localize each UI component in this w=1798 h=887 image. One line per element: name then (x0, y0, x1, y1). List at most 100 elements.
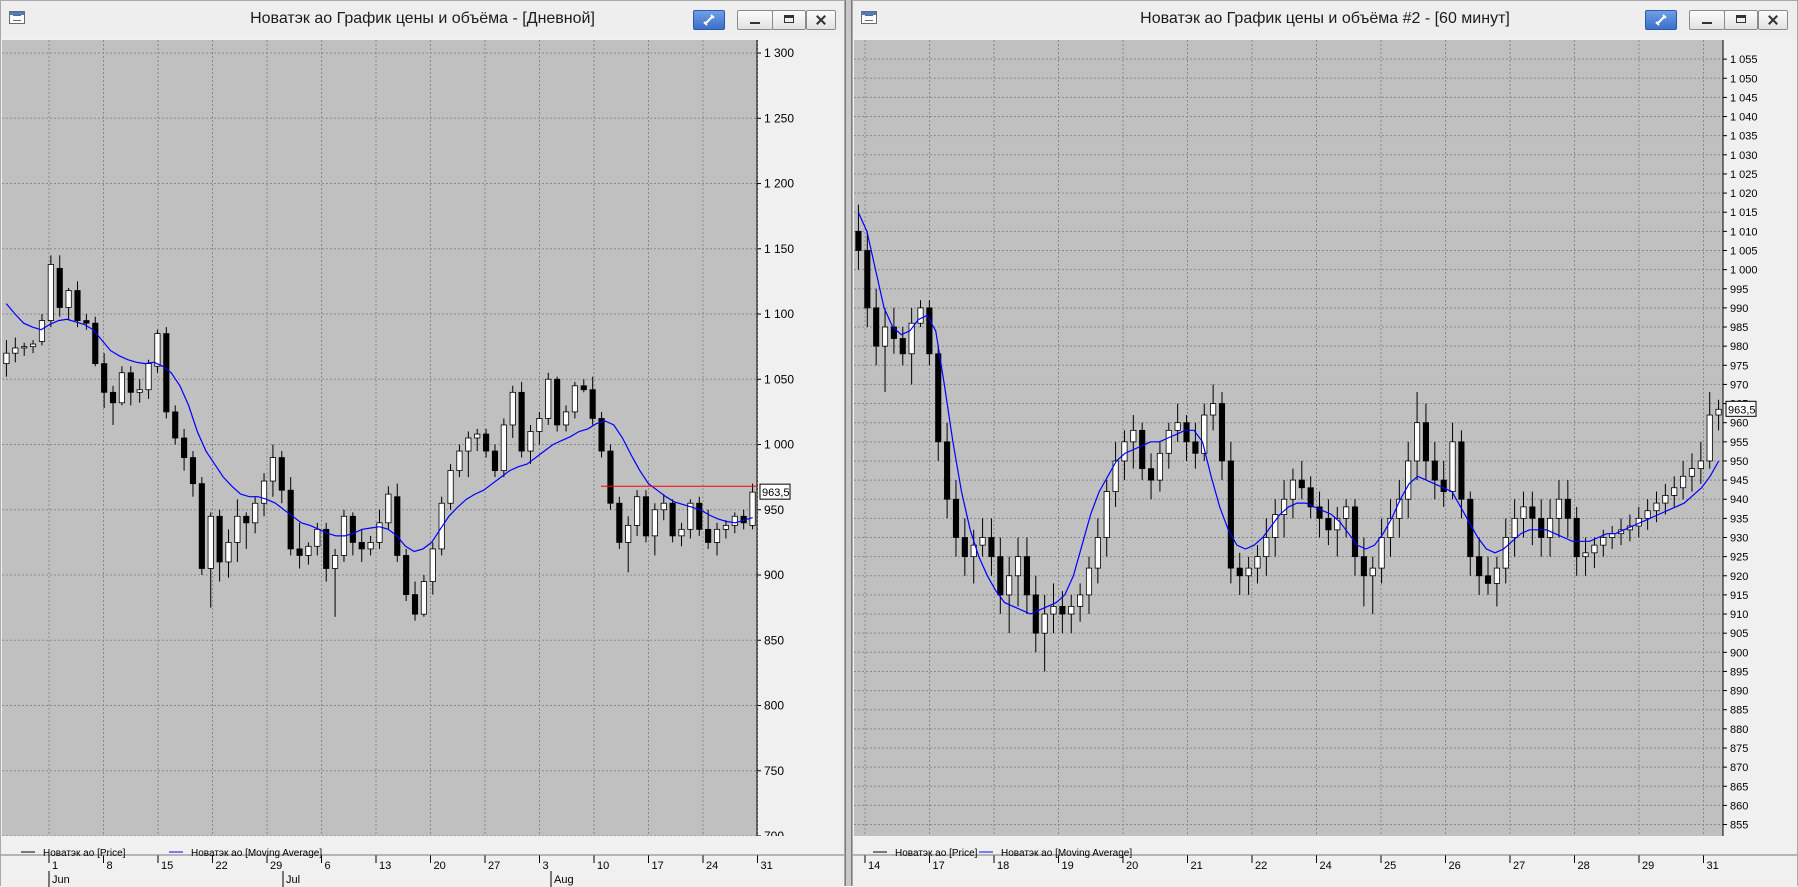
candle-body (634, 496, 641, 526)
candle-body (527, 431, 534, 452)
window-splitter[interactable] (845, 0, 852, 886)
x-tick-label: 31 (1707, 860, 1719, 872)
candle-body (917, 307, 924, 324)
candle-body (1688, 468, 1696, 477)
candle-body (234, 515, 241, 543)
y-tick-label: 980 (1730, 341, 1748, 353)
candle-body (260, 480, 268, 504)
link-button[interactable] (1645, 10, 1677, 30)
candle-body (21, 346, 28, 349)
daily-chart-area[interactable]: 1 300 1 250 1 200 1 150 1 100 1 050 1 000 950 90… (1, 38, 844, 887)
hourly-chart-area[interactable]: 1 055 1 050 1 045 1 040 1 035 1 030 1 025 1 020… (853, 38, 1797, 887)
y-tick-label: 1 250 (764, 111, 794, 125)
y-tick-label: 905 (1730, 628, 1748, 640)
candle-body (518, 391, 525, 452)
candle-body (1032, 594, 1039, 634)
candle-body (1458, 441, 1465, 500)
candle-body (30, 343, 37, 348)
candle-body (1582, 552, 1589, 558)
candle-body (1183, 422, 1190, 443)
y-tick-label: 800 (764, 699, 784, 713)
link-icon (1655, 14, 1667, 26)
y-tick-label: 1 040 (1730, 112, 1758, 124)
y-tick-label: 1 035 (1730, 131, 1758, 143)
x-tick-label: 1 (52, 860, 58, 872)
minimize-button[interactable] (737, 10, 773, 30)
candle-body (1440, 479, 1447, 492)
y-tick-label: 960 (1730, 418, 1748, 430)
candle-body (864, 250, 871, 309)
candle-body (216, 515, 223, 563)
candle-body (1662, 495, 1669, 504)
candle-body (705, 528, 712, 543)
candle-body (1085, 567, 1093, 596)
candle-body (1236, 567, 1243, 577)
y-tick-label: 995 (1730, 284, 1748, 296)
y-tick-label: 860 (1730, 800, 1748, 812)
candle-body (1493, 567, 1500, 584)
candle-body (474, 433, 481, 439)
candle-body (651, 509, 658, 537)
candle-body (136, 389, 143, 393)
candle-body (101, 363, 108, 393)
candle-body (722, 525, 729, 530)
x-tick-label: 29 (1642, 860, 1654, 872)
candle-body (1591, 544, 1598, 554)
link-icon (703, 14, 715, 26)
x-tick-label: 24 (1320, 860, 1332, 872)
candle-body (456, 450, 463, 472)
daily-candlestick-chart[interactable]: 1 300 1 250 1 200 1 150 1 100 1 050 1 000 950 90… (1, 38, 844, 887)
y-tick-label: 970 (1730, 379, 1748, 391)
y-tick-label: 1 015 (1730, 207, 1758, 219)
x-tick-label: 6 (325, 860, 331, 872)
candle-body (1298, 479, 1305, 489)
candle-body (314, 528, 321, 547)
candle-body (1369, 567, 1376, 577)
daily-window-titlebar[interactable]: Новатэк ао График цены и объёма - [Дневн… (1, 1, 844, 39)
hourly-candlestick-chart[interactable]: 1 055 1 050 1 045 1 040 1 035 1 030 1 025 1 020… (853, 38, 1797, 887)
candle-body (394, 496, 401, 556)
candle-body (678, 528, 685, 537)
legend-price-label: Новатэк ао [Price] (895, 848, 978, 859)
close-button[interactable] (1758, 10, 1788, 30)
hourly-window-titlebar[interactable]: Новатэк ао График цены и объёма #2 - [60… (853, 1, 1797, 39)
candle-body (598, 418, 605, 452)
x-tick-label: 28 (1578, 860, 1590, 872)
candle-body (65, 290, 72, 308)
y-tick-label: 900 (764, 568, 784, 582)
candle-body (491, 450, 499, 472)
minimize-button[interactable] (1689, 10, 1725, 30)
candle-body (376, 522, 383, 543)
y-tick-label: 1 005 (1730, 245, 1758, 257)
candle-body (172, 411, 179, 439)
link-button[interactable] (693, 10, 725, 30)
x-tick-label: 24 (706, 860, 718, 872)
y-tick-label: 950 (1730, 456, 1748, 468)
candle-body (749, 491, 756, 526)
x-tick-label: 15 (161, 860, 173, 872)
candle-body (1706, 414, 1713, 462)
candle-body (1130, 429, 1137, 443)
candle-body (926, 307, 933, 355)
candle-body (1671, 487, 1678, 496)
candle-body (1547, 517, 1554, 538)
candle-body (287, 489, 294, 550)
hourly-chart-window: Новатэк ао График цены и объёма #2 - [60… (852, 0, 1798, 887)
candle-body (1484, 575, 1492, 584)
candle-body (899, 338, 906, 355)
candle-body (1147, 468, 1155, 481)
candle-body (1156, 452, 1163, 481)
maximize-button[interactable] (772, 10, 806, 30)
candle-body (1502, 537, 1509, 569)
candle-body (1006, 575, 1013, 596)
legend-ma-label: Новатэк ао [Moving Average] (191, 848, 322, 859)
candle-body (181, 437, 188, 458)
candle-body (500, 424, 507, 472)
close-button[interactable] (806, 10, 836, 30)
candle-body (1325, 517, 1332, 531)
candle-body (1121, 441, 1128, 462)
maximize-button[interactable] (1724, 10, 1758, 30)
candle-body (607, 450, 614, 504)
candle-body (571, 385, 578, 413)
candle-body (225, 541, 232, 563)
